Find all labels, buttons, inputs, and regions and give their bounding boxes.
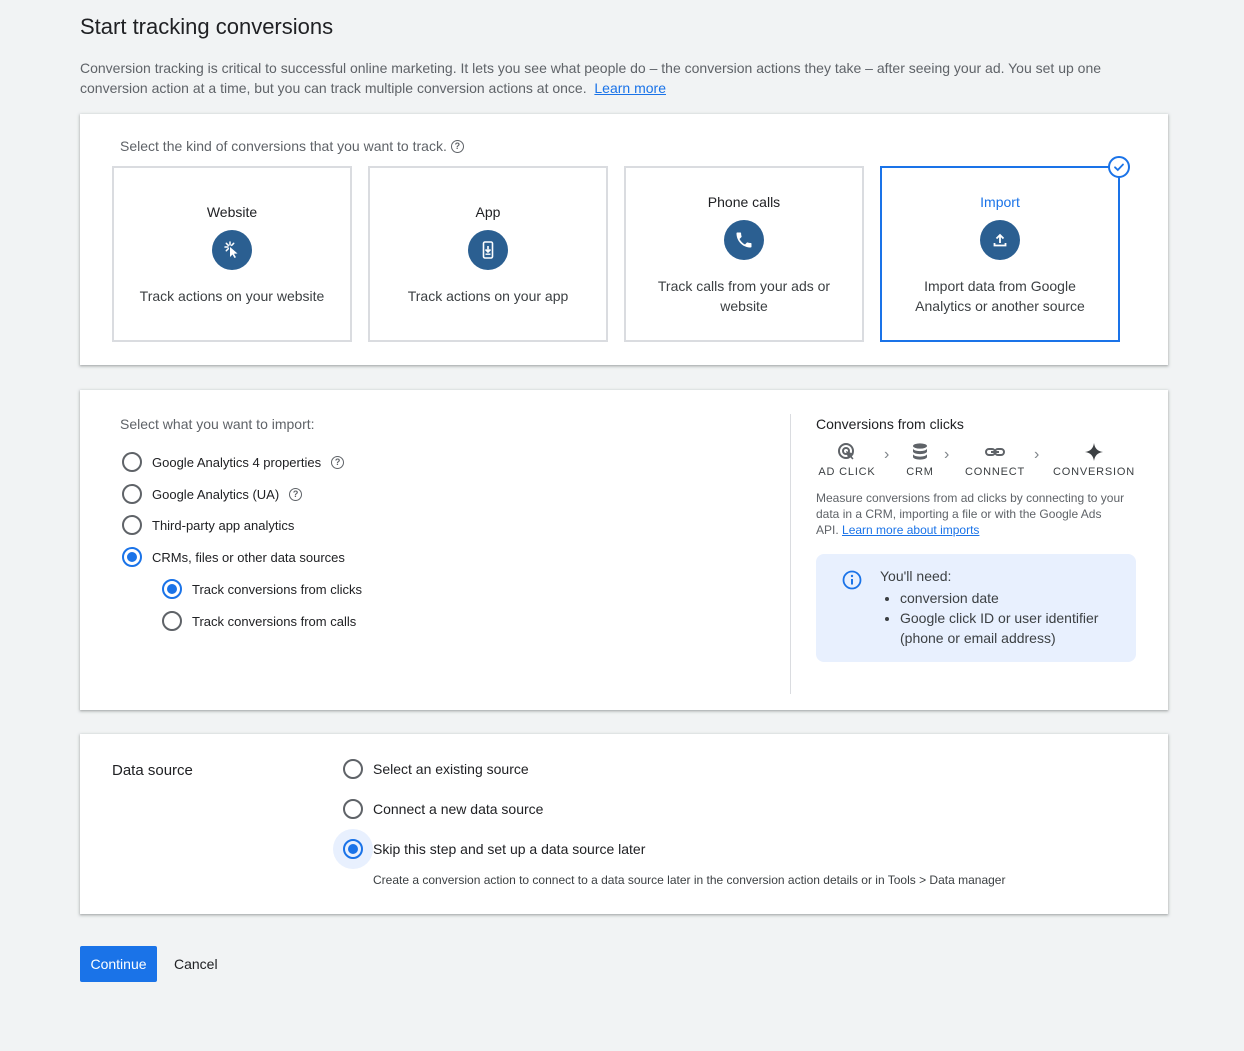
tile-phone-calls[interactable]: Phone calls Track calls from your ads or…	[624, 166, 864, 342]
tile-phone-calls-desc: Track calls from your ads or website	[657, 278, 831, 314]
flow-step-connect-label: CONNECT	[965, 466, 1025, 478]
radio-crm-control[interactable]	[122, 547, 142, 567]
radio-calls[interactable]: Track conversions from calls	[162, 611, 356, 631]
radio-third-party-control[interactable]	[122, 515, 142, 535]
chevron-right-icon: ›	[1034, 446, 1040, 463]
radio-new-source-label: Connect a new data source	[373, 801, 544, 817]
radio-existing-source[interactable]: Select an existing source	[343, 759, 529, 779]
continue-button[interactable]: Continue	[80, 946, 157, 982]
flow-step-ad-click: AD CLICK	[816, 442, 878, 478]
import-question: Select what you want to import:	[120, 416, 315, 432]
help-icon[interactable]: ?	[289, 487, 303, 501]
ad-click-icon	[838, 443, 854, 460]
radio-ga4-label: Google Analytics 4 properties	[152, 454, 322, 470]
flow-step-ad-click-label: AD CLICK	[818, 466, 876, 478]
requirements-box: You'll need: conversion date Google clic…	[816, 554, 1136, 662]
check-circle-icon	[1108, 156, 1130, 178]
conversion-flow: AD CLICK › CRM › CONNECT › CONVERSION	[816, 442, 1136, 482]
tile-website-desc: Track actions on your website	[139, 288, 325, 304]
flow-step-conversion: CONVERSION	[1052, 442, 1136, 478]
learn-more-imports-link[interactable]: Learn more about imports	[842, 523, 979, 537]
divider	[790, 414, 791, 694]
help-icon[interactable]: ?	[450, 139, 464, 153]
cancel-button[interactable]: Cancel	[166, 946, 226, 982]
radio-calls-control[interactable]	[162, 611, 182, 631]
radio-ga-ua-control[interactable]	[122, 484, 142, 504]
tile-phone-calls-title: Phone calls	[707, 194, 781, 210]
radio-crm-label: CRMs, files or other data sources	[152, 549, 345, 565]
tile-import[interactable]: Import Import data from Google Analytics…	[880, 156, 1130, 342]
radio-skip-source[interactable]: Skip this step and set up a data source …	[333, 829, 645, 869]
page-title: Start tracking conversions	[80, 14, 334, 39]
intro-body: Conversion tracking is critical to succe…	[80, 60, 1102, 96]
conversion-kind-question-text: Select the kind of conversions that you …	[120, 138, 447, 154]
data-source-label: Data source	[112, 762, 193, 779]
radio-ga-ua[interactable]: Google Analytics (UA) ?	[122, 484, 303, 504]
radio-crm[interactable]: CRMs, files or other data sources	[122, 547, 345, 567]
conversion-kind-question: Select the kind of conversions that you …	[120, 138, 464, 154]
flow-step-connect: CONNECT	[964, 442, 1026, 478]
tile-import-title: Import	[980, 194, 1020, 210]
radio-existing-source-label: Select an existing source	[373, 761, 529, 777]
info-icon	[842, 570, 862, 590]
flow-step-crm-label: CRM	[906, 466, 934, 478]
radio-ga4[interactable]: Google Analytics 4 properties ?	[122, 452, 345, 472]
radio-clicks[interactable]: Track conversions from clicks	[162, 579, 362, 599]
intro-text: Conversion tracking is critical to succe…	[80, 58, 1160, 98]
data-source-card: Data source Select an existing source Co…	[80, 734, 1168, 914]
radio-clicks-control[interactable]	[162, 579, 182, 599]
import-card: Select what you want to import: Google A…	[80, 390, 1168, 710]
requirements-list: conversion date Google click ID or user …	[900, 588, 1125, 648]
conversion-kind-card: Select the kind of conversions that you …	[80, 114, 1168, 365]
sparkle-icon	[1085, 443, 1103, 461]
help-icon[interactable]: ?	[331, 455, 345, 469]
tile-app-desc: Track actions on your app	[407, 288, 569, 304]
cursor-click-icon	[212, 230, 252, 270]
radio-skip-source-control[interactable]	[343, 839, 363, 859]
requirement-item: conversion date	[900, 588, 1125, 608]
radio-calls-label: Track conversions from calls	[192, 613, 357, 629]
chevron-right-icon: ›	[884, 446, 890, 463]
learn-more-link[interactable]: Learn more	[594, 80, 666, 96]
radio-ga4-control[interactable]	[122, 452, 142, 472]
chevron-right-icon: ›	[944, 446, 950, 463]
data-source-hint: Create a conversion action to connect to…	[373, 873, 1006, 887]
tile-website-title: Website	[206, 204, 258, 220]
requirements-title: You'll need:	[880, 568, 952, 584]
phone-download-icon	[468, 230, 508, 270]
flow-step-crm: CRM	[904, 442, 936, 478]
tile-app[interactable]: App Track actions on your app	[368, 166, 608, 342]
radio-existing-source-control[interactable]	[343, 759, 363, 779]
upload-icon	[980, 220, 1020, 260]
radio-skip-source-label: Skip this step and set up a data source …	[373, 841, 646, 857]
radio-clicks-label: Track conversions from clicks	[192, 581, 362, 597]
requirement-item: Google click ID or user identifier (phon…	[900, 608, 1125, 648]
radio-new-source-control[interactable]	[343, 799, 363, 819]
side-title: Conversions from clicks	[816, 416, 964, 432]
tile-website[interactable]: Website Track actions on your website	[112, 166, 352, 342]
phone-icon	[724, 220, 764, 260]
side-description: Measure conversions from ad clicks by co…	[816, 490, 1126, 538]
radio-focus-halo	[333, 829, 373, 869]
radio-ga-ua-label: Google Analytics (UA)	[152, 486, 280, 502]
database-icon	[913, 443, 927, 460]
tile-app-title: App	[475, 204, 501, 220]
link-icon	[985, 448, 1005, 456]
radio-third-party[interactable]: Third-party app analytics	[122, 515, 294, 535]
tile-import-desc: Import data from Google Analytics or ano…	[915, 278, 1085, 314]
radio-new-source[interactable]: Connect a new data source	[343, 799, 543, 819]
flow-step-conversion-label: CONVERSION	[1053, 466, 1135, 478]
radio-third-party-label: Third-party app analytics	[152, 517, 295, 533]
